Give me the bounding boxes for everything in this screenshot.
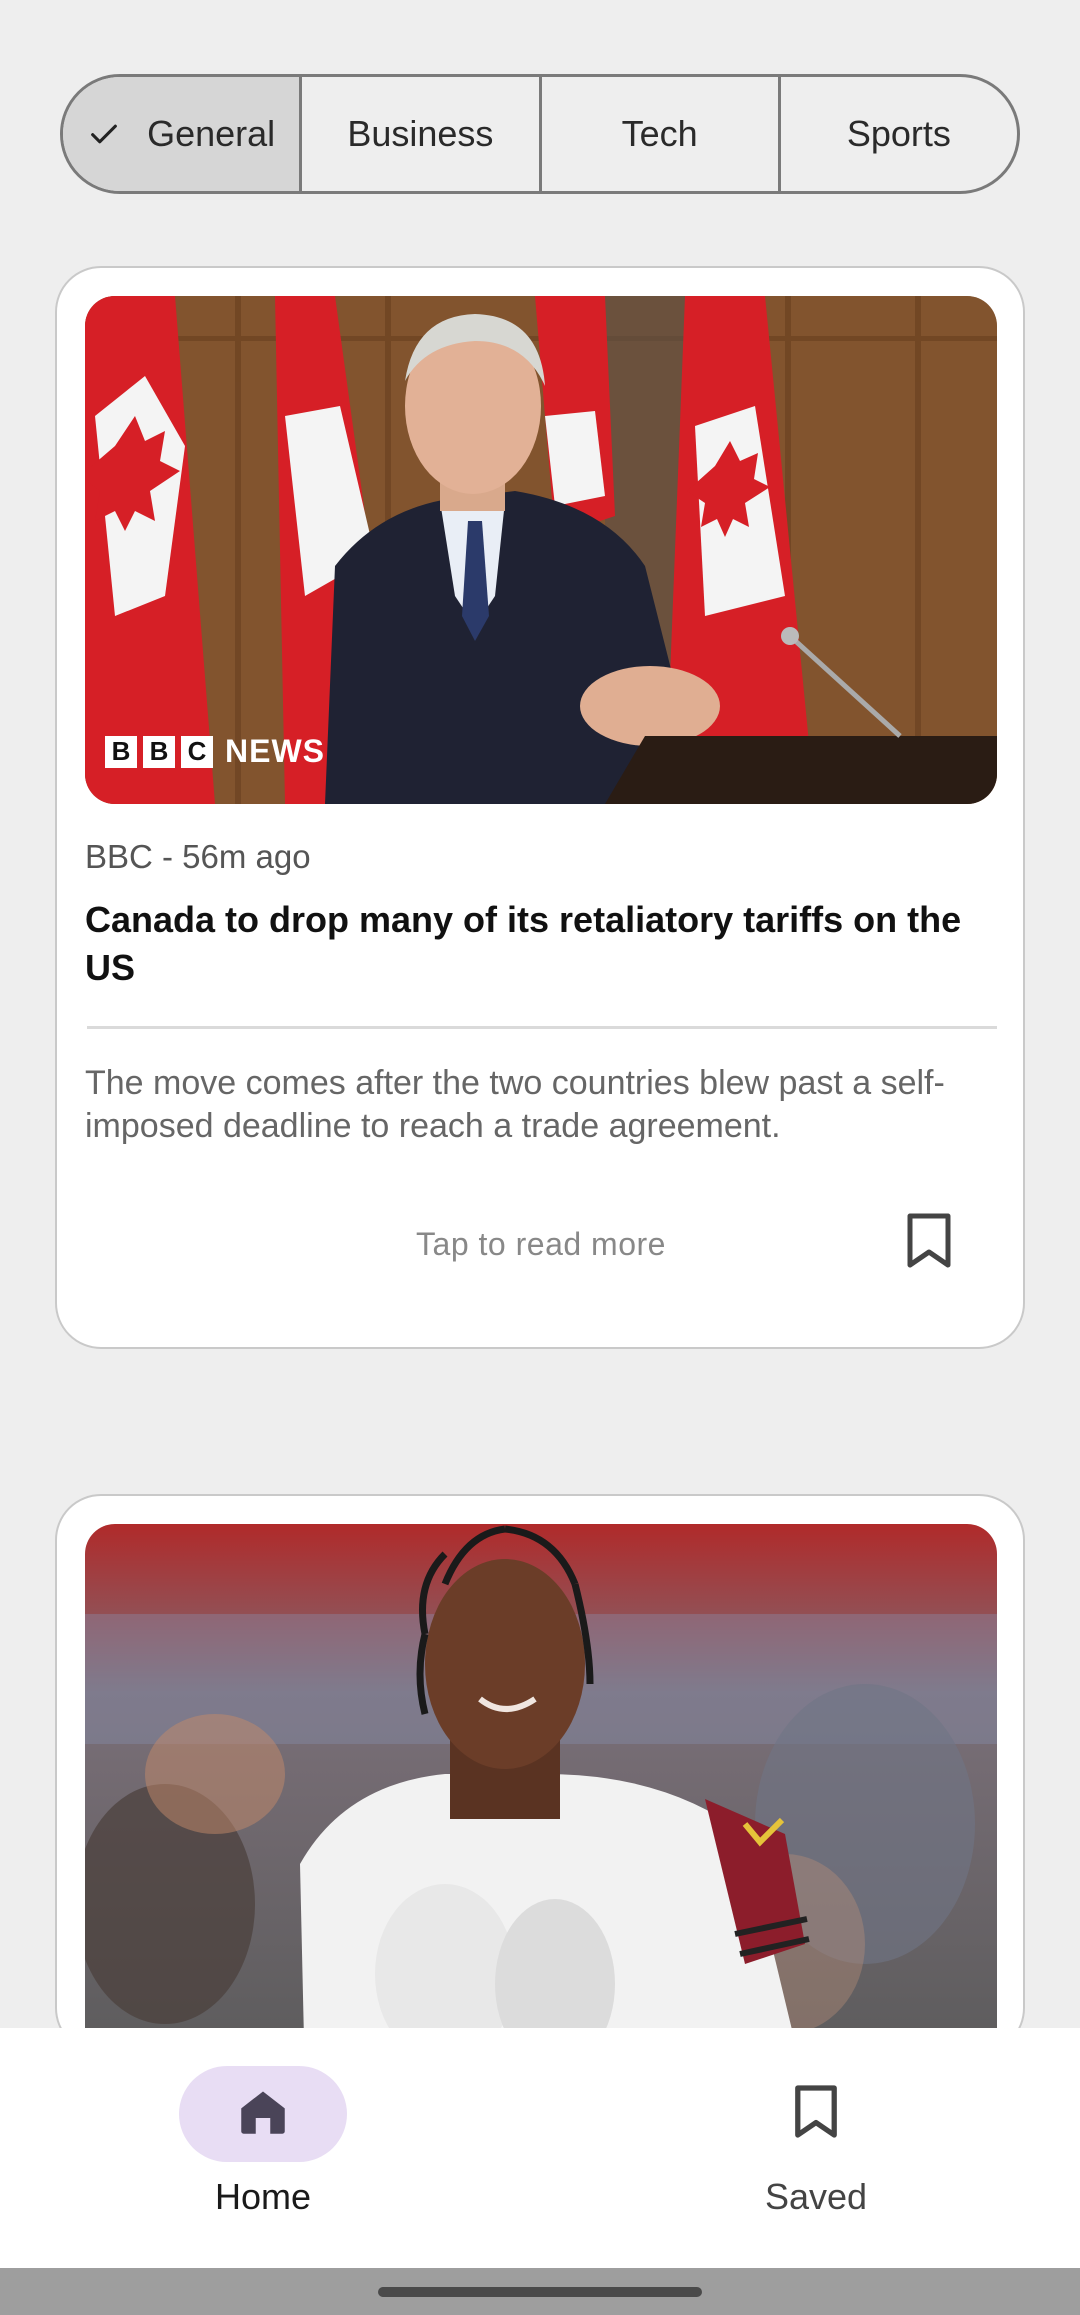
logo-letter: C [181,735,213,768]
news-app-screen: General Business Tech Sports B B C NEWS … [0,0,1080,2315]
bookmark-icon [793,2084,839,2145]
article-summary: The move comes after the two countries b… [85,1064,945,1145]
bookmark-outline-icon [905,1212,953,1275]
logo-letter: B [105,735,137,768]
article-image: B B C NEWS [85,296,997,804]
bookmark-button[interactable] [897,1208,961,1278]
logo-letter: B [143,735,175,768]
tab-sports[interactable]: Sports [781,77,1017,191]
tab-label: Tech [621,113,698,154]
divider [87,1026,997,1029]
tab-general[interactable]: General [63,77,303,191]
tab-business[interactable]: Business [302,77,542,191]
article-image [85,1524,997,2052]
nav-active-indicator [179,2066,347,2162]
tab-label: Business [347,113,494,154]
article-headline: Canada to drop many of its retaliatory t… [85,899,962,988]
category-tabs: General Business Tech Sports [60,74,1020,194]
bbc-news-logo: B B C NEWS [105,733,325,770]
article-meta: BBC - 56m ago [85,838,311,875]
nav-indicator [732,2066,900,2162]
tab-label: General [147,113,276,154]
check-icon [87,117,121,151]
nav-home-label: Home [214,2176,312,2217]
nav-saved-label: Saved [764,2176,868,2217]
gesture-handle[interactable] [378,2287,702,2297]
nav-home[interactable]: Home [113,2066,413,2218]
read-more-link[interactable]: Tap to read more [57,1226,1023,1263]
tab-label: Sports [846,113,951,154]
article-card[interactable]: B B C NEWS BBC - 56m ago Canada to drop … [55,266,1025,1349]
article-card[interactable] [55,1494,1025,2054]
logo-word: NEWS [225,733,325,769]
nav-saved[interactable]: Saved [666,2066,966,2218]
system-gesture-bar [0,2268,1080,2315]
home-icon [234,2083,292,2146]
tab-tech[interactable]: Tech [542,77,781,191]
bottom-navigation: Home Saved [0,2028,1080,2268]
